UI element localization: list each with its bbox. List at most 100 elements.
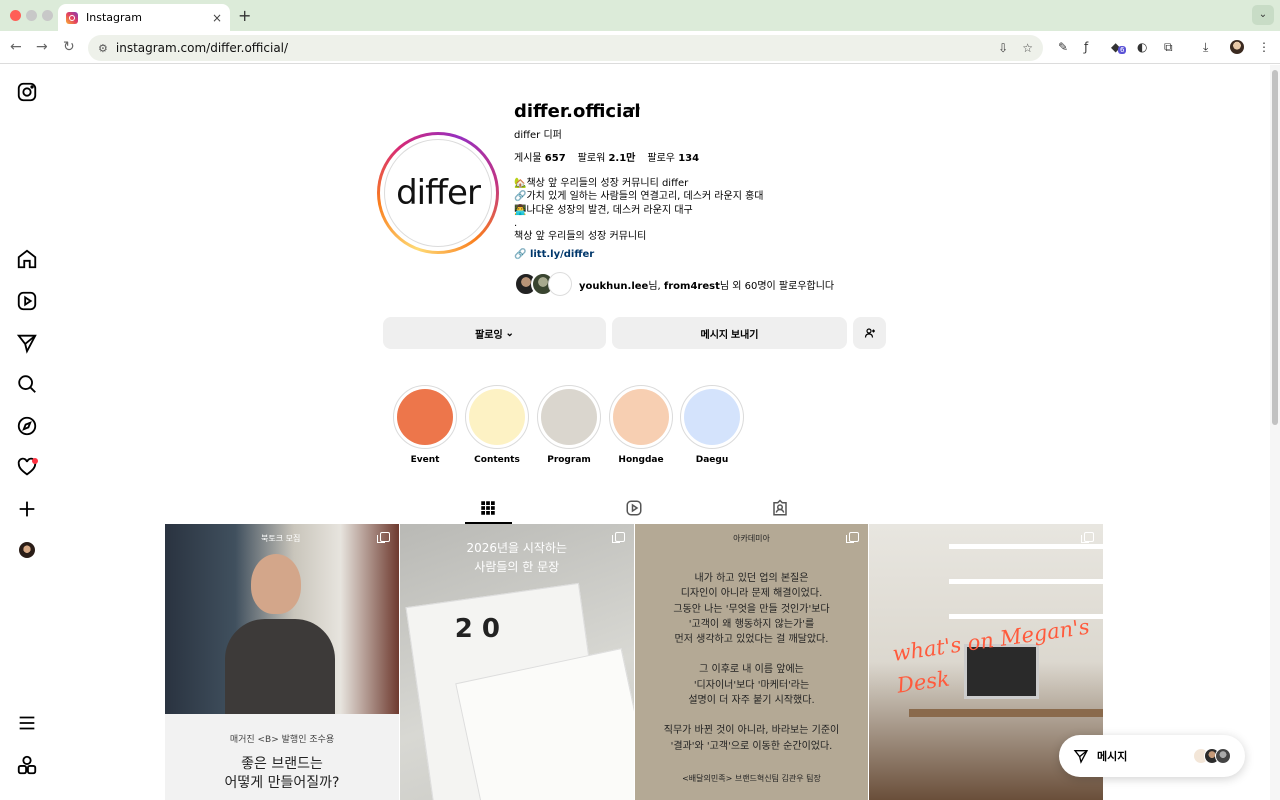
new-tab-button[interactable]: + xyxy=(238,6,251,25)
tab-search-chevron-icon[interactable]: ⌄ xyxy=(1252,5,1274,25)
post-title: 2026년을 시작하는 사람들의 한 문장 xyxy=(466,541,568,574)
highlight-hongdae[interactable]: Hongdae xyxy=(609,385,673,465)
carousel-icon xyxy=(611,532,625,543)
post-title-line: 어떻게 만들어질까? xyxy=(224,775,340,791)
post-subtitle: 매거진 <B> 발행인 조수용 xyxy=(229,735,335,745)
post-caption: <배달의민족> 브랜드혁신팀 김관우 팀장 xyxy=(682,774,821,783)
minimize-window-button[interactable] xyxy=(26,10,37,21)
downloads-icon[interactable]: ⤓ xyxy=(1203,40,1208,55)
highlight-label: Program xyxy=(547,455,591,465)
stat-following[interactable]: 팔로우 134 xyxy=(647,149,699,164)
bio-line: 🔗가치 있게 일하는 사람들의 연결고리, 데스커 라운지 홍대 xyxy=(514,191,764,203)
search-icon[interactable] xyxy=(16,373,38,395)
reels-icon[interactable] xyxy=(16,290,38,312)
instagram-favicon-icon xyxy=(66,11,78,24)
notification-dot xyxy=(32,458,38,464)
address-bar[interactable]: ⚙ instagram.com/differ.official/ ⇩ ☆ xyxy=(88,35,1043,61)
carousel-icon xyxy=(1081,532,1094,543)
post-graphic-text: 2 0 xyxy=(454,614,500,644)
scrollbar-thumb[interactable] xyxy=(1272,70,1278,425)
posts-grid: 북토크 모집 매거진 <B> 발행인 조수용 좋은 브랜드는 어떻게 만들어질까… xyxy=(165,524,1103,800)
reload-icon[interactable]: ↻ xyxy=(63,39,75,55)
bio-line: 🏡책상 앞 우리들의 성장 커뮤니티 differ xyxy=(514,178,689,189)
followed-by-row[interactable]: youkhun.lee님, from4rest님 외 60명이 팔로우합니다 xyxy=(514,272,834,296)
browser-menu-icon[interactable]: ⋮ xyxy=(1258,40,1270,54)
tab-reels-icon[interactable] xyxy=(625,499,643,517)
browser-profile-avatar[interactable] xyxy=(1230,40,1244,54)
explore-compass-icon[interactable] xyxy=(16,415,38,437)
highlight-daegu[interactable]: Daegu xyxy=(680,385,744,465)
conversation-avatar xyxy=(1215,748,1231,764)
highlight-label: Contents xyxy=(474,455,520,465)
post-tag: 북토크 모집 xyxy=(261,534,301,543)
post-tile[interactable]: 2 0 2026년을 시작하는 사람들의 한 문장 xyxy=(399,524,634,800)
url-text[interactable]: instagram.com/differ.official/ xyxy=(116,41,998,55)
home-icon[interactable] xyxy=(16,248,38,270)
highlight-cover xyxy=(613,389,669,445)
profile-full-name: differ 디퍼 xyxy=(514,130,562,141)
suggest-users-button[interactable] xyxy=(853,317,886,349)
tab-tagged-icon[interactable] xyxy=(771,499,789,517)
post-tile[interactable]: 아카데미아 내가 하고 있던 업의 본질은 디자인이 아니라 문제 해결이었다.… xyxy=(634,524,869,800)
bio-line: . xyxy=(514,217,518,229)
bio-line: 책상 앞 우리들의 성장 커뮤니티 xyxy=(514,231,647,243)
link-icon: 🔗 xyxy=(514,249,527,260)
tab-close-icon[interactable]: × xyxy=(212,11,222,25)
install-app-icon[interactable]: ⇩ xyxy=(998,41,1008,55)
highlight-program[interactable]: Program xyxy=(537,385,601,465)
post-quote: 내가 하고 있던 업의 본질은 디자인이 아니라 문제 해결이었다. 그동안 나… xyxy=(663,573,840,752)
post-title-line: 좋은 브랜드는 xyxy=(241,756,323,772)
site-settings-icon[interactable]: ⚙ xyxy=(98,42,108,55)
profile-username: differ.official xyxy=(514,101,641,122)
sidebar-profile-avatar[interactable] xyxy=(19,542,35,558)
blue-extension-icon[interactable]: ◐ xyxy=(1137,40,1147,54)
highlight-label: Hongdae xyxy=(618,455,664,465)
highlight-label: Daegu xyxy=(695,455,729,465)
extension-badge: 6 xyxy=(1118,46,1127,54)
messages-icon[interactable] xyxy=(16,332,38,354)
create-plus-icon[interactable] xyxy=(16,498,38,520)
profile-stats: 게시물 657 팔로워 2.1만 팔로우 134 xyxy=(514,149,699,164)
left-sidebar xyxy=(0,65,54,800)
browser-tab-bar: Instagram × + ⌄ xyxy=(0,0,1280,31)
eyedropper-extension-icon[interactable]: ✎ xyxy=(1058,40,1068,54)
profile-avatar[interactable]: differ xyxy=(377,132,499,254)
highlight-contents[interactable]: Contents xyxy=(465,385,529,465)
following-button[interactable]: 팔로잉 ⌄ xyxy=(383,317,606,349)
close-window-button[interactable] xyxy=(10,10,21,21)
profile-tabs xyxy=(165,493,1103,524)
differ-logo: differ xyxy=(384,139,492,247)
post-script-text: what's on Megan's Desk xyxy=(891,614,1092,698)
browser-toolbar: ← → ↻ ⚙ instagram.com/differ.official/ ⇩… xyxy=(0,31,1280,64)
tab-posts-grid-icon[interactable] xyxy=(479,499,497,517)
stat-followers[interactable]: 팔로워 2.1만 xyxy=(578,149,636,164)
more-menu-icon[interactable] xyxy=(16,712,38,734)
extensions-menu-icon[interactable]: ⧉ xyxy=(1164,40,1173,55)
chevron-down-icon: ⌄ xyxy=(505,327,514,339)
carousel-icon xyxy=(376,532,390,543)
messages-label: 메시지 xyxy=(1097,750,1128,763)
highlight-event[interactable]: Event xyxy=(393,385,457,465)
font-extension-icon[interactable]: ƒ xyxy=(1084,40,1088,54)
bookmark-star-icon[interactable]: ☆ xyxy=(1022,41,1033,55)
back-arrow-icon[interactable]: ← xyxy=(10,39,22,55)
maximize-window-button[interactable] xyxy=(42,10,53,21)
post-tag: 아카데미아 xyxy=(733,534,770,543)
profile-link[interactable]: 🔗 litt.ly/differ xyxy=(514,249,594,260)
also-from-meta-icon[interactable] xyxy=(16,754,38,776)
browser-tab[interactable]: Instagram × xyxy=(58,4,230,31)
profile-bio: 🏡책상 앞 우리들의 성장 커뮤니티 differ 🔗가치 있게 일하는 사람들… xyxy=(514,177,763,243)
more-options-icon[interactable]: ··· xyxy=(626,102,641,117)
forward-arrow-icon[interactable]: → xyxy=(36,39,48,55)
floating-messages-button[interactable]: 메시지 xyxy=(1059,735,1245,777)
bio-line: 👨‍💻나다운 성장의 발견, 데스커 라운지 대구 xyxy=(514,204,693,216)
stat-posts: 게시물 657 xyxy=(514,153,566,164)
follower-avatar xyxy=(548,272,572,296)
post-tile[interactable]: 북토크 모집 매거진 <B> 발행인 조수용 좋은 브랜드는 어떻게 만들어질까… xyxy=(165,524,399,800)
tab-title: Instagram xyxy=(86,11,142,24)
send-message-button[interactable]: 메시지 보내기 xyxy=(612,317,847,349)
add-person-icon xyxy=(864,328,875,338)
highlight-cover xyxy=(469,389,525,445)
instagram-logo-icon[interactable] xyxy=(16,81,38,103)
followed-by-text[interactable]: youkhun.lee님, from4rest님 외 60명이 팔로우합니다 xyxy=(579,277,834,292)
